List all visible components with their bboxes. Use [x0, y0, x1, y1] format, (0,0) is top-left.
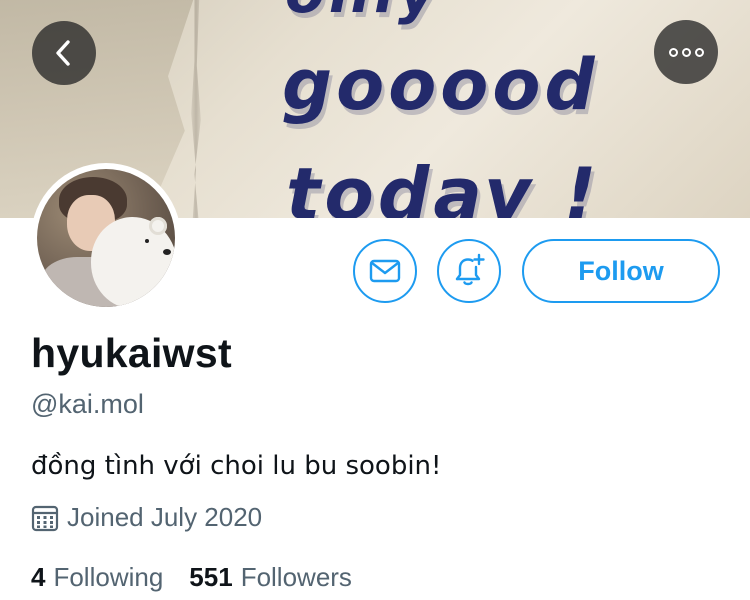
user-handle: @kai.mol	[31, 389, 144, 419]
followers-label: Followers	[240, 562, 352, 592]
banner-neon-line-2: gooood	[282, 44, 599, 126]
bio-text: đồng tình với choi lu bu soobin!	[31, 451, 442, 481]
following-label: Following	[53, 562, 164, 592]
display-name: hyukaiwst	[31, 330, 232, 376]
back-button[interactable]	[32, 21, 96, 85]
follow-stats: 4 Following 551 Followers	[31, 562, 378, 593]
calendar-icon	[31, 505, 59, 531]
followers-count: 551	[189, 562, 233, 592]
avatar[interactable]	[31, 163, 181, 313]
mail-icon	[369, 259, 401, 283]
following-count: 4	[31, 562, 46, 592]
message-button[interactable]	[353, 239, 417, 303]
banner-wall-crack	[191, 0, 201, 218]
banner-neon-line-3: today !	[286, 152, 601, 218]
joined-date: Joined July 2020	[31, 502, 262, 533]
follow-button[interactable]: Follow	[522, 239, 720, 303]
notifications-button[interactable]	[437, 239, 501, 303]
joined-label: Joined July 2020	[67, 502, 263, 532]
chevron-left-icon	[56, 40, 70, 66]
more-options-button[interactable]	[654, 20, 718, 84]
following-link[interactable]: 4 Following	[31, 562, 163, 593]
avatar-photo	[37, 169, 175, 307]
banner-neon-line-1: only	[285, 0, 440, 26]
bell-plus-icon	[455, 253, 485, 286]
more-horizontal-icon	[668, 47, 704, 57]
followers-link[interactable]: 551 Followers	[189, 562, 352, 593]
